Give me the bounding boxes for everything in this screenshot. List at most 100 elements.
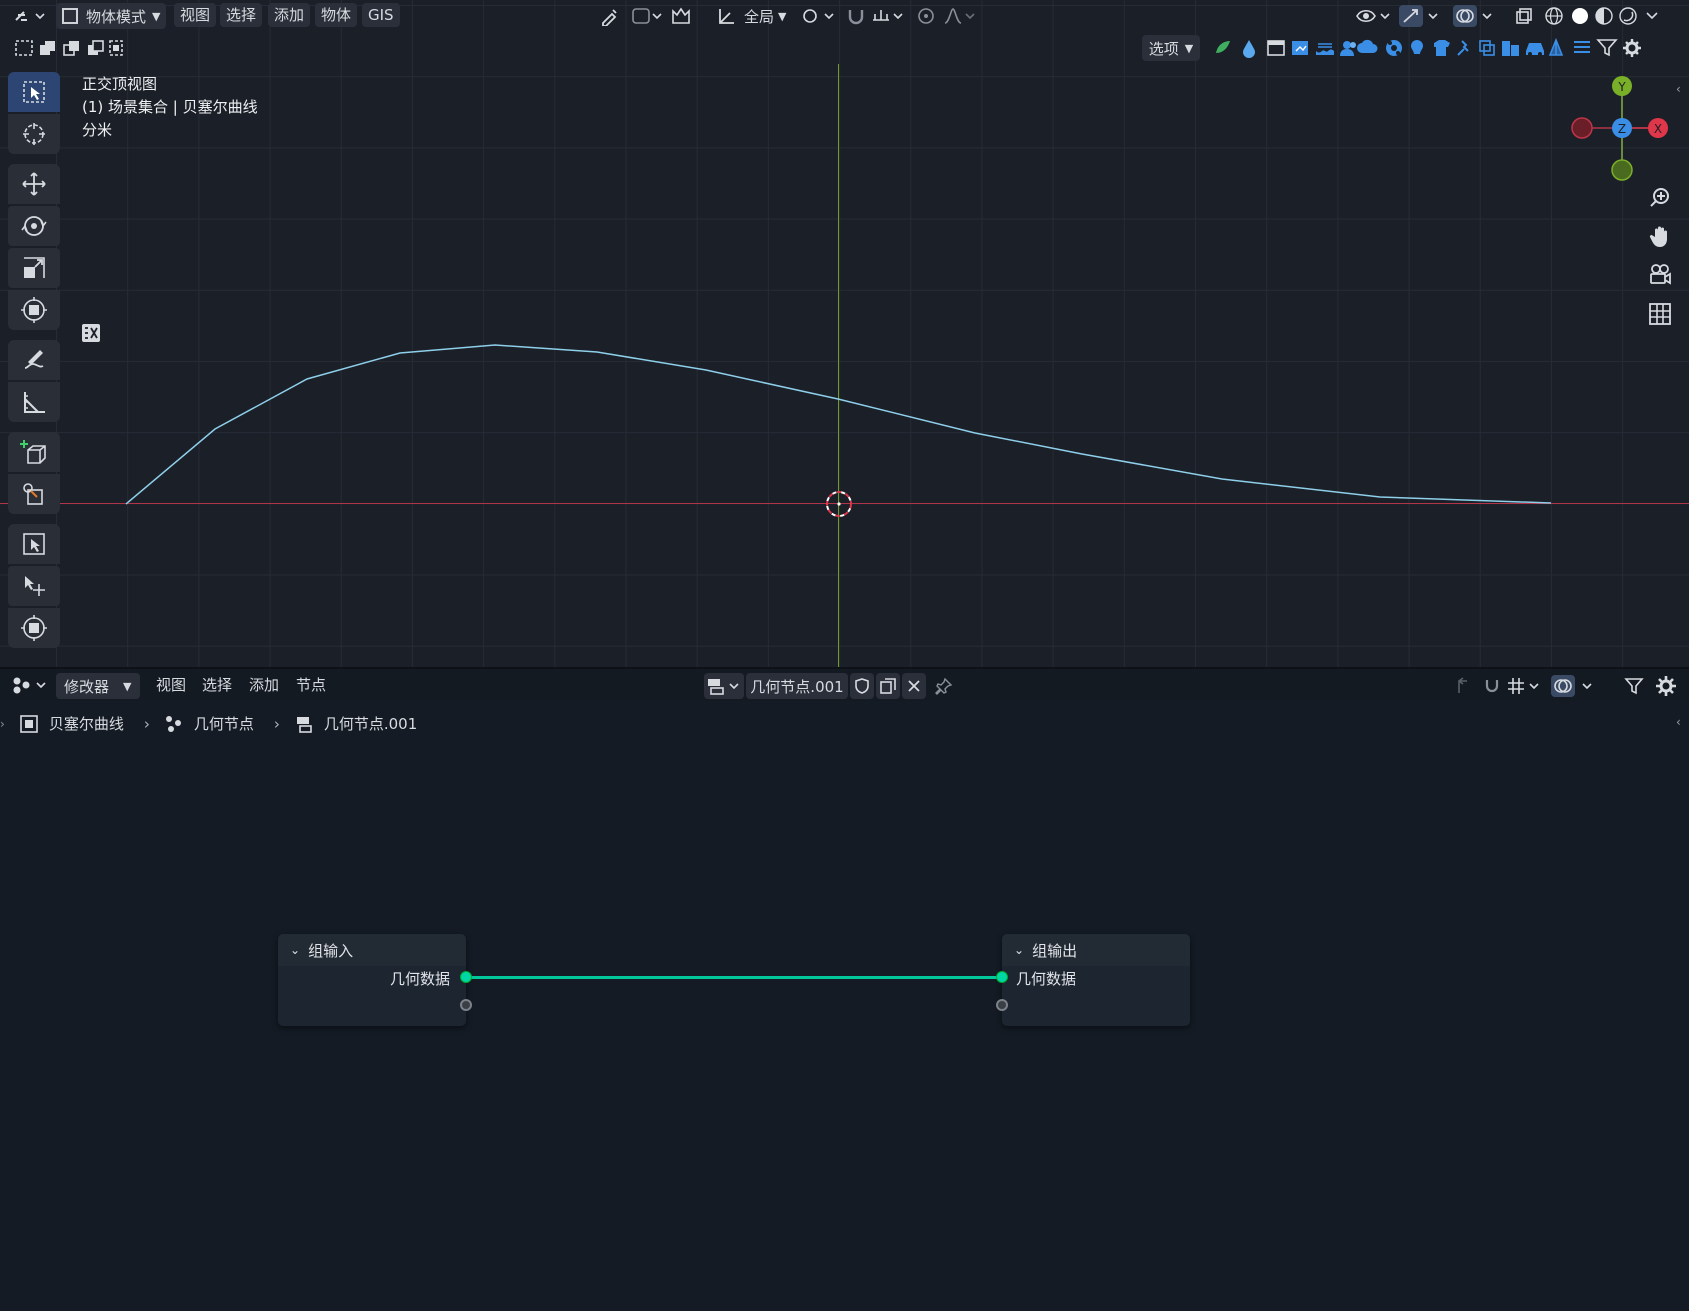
tool-cursor[interactable] [8,114,60,154]
tool-extrude[interactable] [8,474,60,514]
gear-icon [1656,676,1676,696]
transform2-icon [21,615,47,641]
group-input-node[interactable]: ⌄ 组输入 几何数据 [278,934,472,1026]
copy-icon [880,678,896,694]
tool-scale[interactable] [8,248,60,288]
node-settings-button[interactable] [1654,673,1678,699]
view-name-text: 正交顶视图 [82,75,158,93]
overlay-toggle-icon [1551,675,1592,697]
move-point-icon [25,576,45,596]
node-snap-toggle[interactable] [1480,673,1504,699]
node-filter-button[interactable] [1622,673,1646,699]
add-cube-icon [20,440,46,464]
chevron-right-icon: › [273,714,280,733]
editor-context-dropdown[interactable]: 修改器 ▼ [56,673,140,699]
breadcrumb-node-tree[interactable]: 几何节点.001 [324,713,417,734]
collection-info-text: (1) 场景集合 | 贝塞尔曲线 [82,98,258,116]
tool-add-cube[interactable] [8,432,60,472]
navigation-gizmo[interactable]: Y X Z [1562,72,1668,186]
geometry-node-editor[interactable]: 修改器 ▼ 视图 选择 添加 节点 几何节点.001 › 贝塞尔曲线 › 几何节… [0,667,1689,1311]
tool-select-box-2[interactable] [8,524,60,564]
shield-icon [855,678,869,694]
breadcrumb-expand-icon[interactable]: › [0,717,5,731]
camera-view-button[interactable] [1644,258,1676,290]
zoom-button[interactable] [1644,182,1676,214]
chevron-down-icon: ▼ [123,679,132,693]
chevron-right-icon: › [143,714,150,733]
rotate-icon [21,216,47,236]
filter-icon [1624,678,1644,695]
unlink-tree-button[interactable] [902,673,926,699]
sidebar-toggle-icon[interactable]: ‹ [1676,715,1681,729]
ortho-toggle-button[interactable] [1644,298,1676,330]
node-editor-header: 修改器 ▼ 视图 选择 添加 节点 几何节点.001 [0,667,1689,701]
node-tree-icon [708,679,739,695]
group-output-empty-socket[interactable] [996,999,1008,1011]
node-editor-type-button[interactable] [10,672,48,698]
collapse-chevron-icon[interactable]: ⌄ [1014,943,1024,957]
breadcrumb-object[interactable]: 贝塞尔曲线 [49,713,124,734]
tool-select-box[interactable] [8,72,60,112]
node-tree-icon [296,716,312,733]
node-overlay-dropdown[interactable] [1550,673,1598,699]
tool-measure[interactable] [8,382,60,422]
group-output-header[interactable]: ⌄ 组输出 [1002,934,1190,966]
group-input-title: 组输入 [308,941,354,960]
measure-icon [24,392,45,413]
camera-icon [1650,264,1671,285]
group-input-geometry-label: 几何数据 [389,970,450,988]
group-input-empty-socket[interactable] [460,999,472,1011]
node-snap-element-dropdown[interactable] [1506,673,1542,699]
tool-move[interactable] [8,164,60,204]
group-output-geometry-label: 几何数据 [1016,970,1077,988]
duplicate-tree-button[interactable] [876,673,900,699]
annotate-icon [24,350,44,369]
3d-cursor-icon[interactable] [822,487,856,521]
sidebar-toggle-icon[interactable]: ‹ [1676,82,1681,96]
breadcrumb: › 贝塞尔曲线 › 几何节点 › 几何节点.001 [0,713,417,734]
tool-transform-2[interactable] [8,608,60,648]
parent-node-tree-button[interactable] [1452,673,1476,699]
breadcrumb-modifier[interactable]: 几何节点 [194,713,254,734]
geometry-link[interactable] [466,976,1002,979]
units-text: 分米 [82,121,113,139]
grid-snap-icon [1508,678,1539,694]
select-box-icon [23,81,45,103]
tool-rotate[interactable] [8,206,60,246]
tool-settings-icon[interactable] [80,322,102,344]
arrow-up-icon [1458,677,1467,693]
group-output-node[interactable]: ⌄ 组输出 几何数据 [996,934,1190,1026]
group-output-geometry-socket[interactable] [996,971,1008,983]
node-tree-name: 几何节点.001 [750,677,844,696]
cursor-icon [23,123,45,145]
3d-viewport[interactable]: 物体模式 ▼ 视图 选择 添加 物体 GIS 全局 ▼ 选项 ▼ 正交顶视图 (… [0,0,1689,667]
scale-icon [24,257,45,278]
hand-icon [1649,226,1667,247]
editor-context-label: 修改器 [64,677,110,696]
tool-transform[interactable] [8,290,60,330]
node-menu-select[interactable]: 选择 [196,673,238,697]
group-input-header[interactable]: ⌄ 组输入 [278,934,466,966]
zoom-icon [1650,188,1669,207]
tool-annotate[interactable] [8,340,60,380]
move-icon [22,172,46,196]
gizmo-z-label: Z [1618,122,1626,136]
group-output-title: 组输出 [1032,941,1078,960]
tool-move-point[interactable] [8,566,60,606]
pin-button[interactable] [932,673,956,699]
magnet-icon [1485,680,1499,693]
group-input-geometry-socket[interactable] [460,971,472,983]
pin-icon [935,677,953,695]
pan-button[interactable] [1644,220,1676,252]
node-tree-browse-dropdown[interactable] [704,673,744,699]
close-icon [908,680,920,692]
node-editor-icon [13,677,46,694]
object-icon [20,714,38,733]
node-menu-node[interactable]: 节点 [290,673,332,697]
collapse-chevron-icon[interactable]: ⌄ [290,943,300,957]
node-menu-add[interactable]: 添加 [243,673,285,697]
node-menu-view[interactable]: 视图 [150,673,192,697]
fake-user-toggle[interactable] [850,673,874,699]
node-tree-name-field[interactable]: 几何节点.001 [746,673,848,699]
extrude-icon [23,483,43,505]
